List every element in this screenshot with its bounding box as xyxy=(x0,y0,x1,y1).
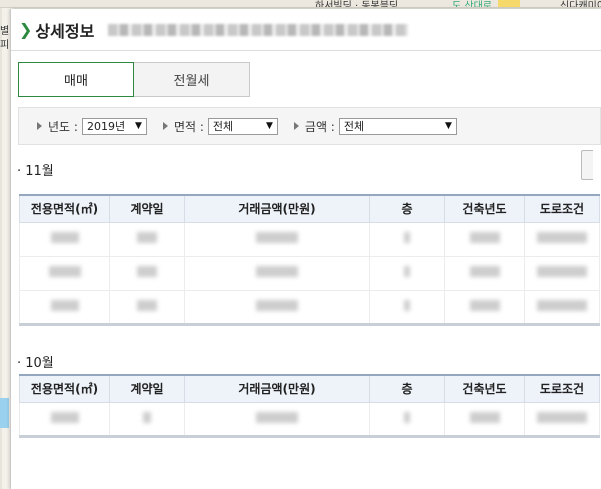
filter-year: 년도 : 2019년 ▼ xyxy=(37,117,147,135)
area-select-value: 전체 xyxy=(212,120,234,133)
cell-redacted xyxy=(444,401,525,438)
cell-redacted xyxy=(369,401,445,438)
triangle-right-icon xyxy=(37,122,42,130)
filter-bar: 년도 : 2019년 ▼ 면적 : 전체 ▼ 금액 : 전체 ▼ xyxy=(18,107,601,145)
col-area: 전용면적(㎡) xyxy=(19,374,110,403)
cell-redacted xyxy=(369,289,445,326)
filter-year-label: 년도 : xyxy=(48,119,78,134)
cell-redacted xyxy=(444,255,525,291)
cell-redacted xyxy=(19,289,110,326)
cell-redacted xyxy=(524,401,600,438)
cell-redacted xyxy=(444,221,525,257)
cell-redacted xyxy=(184,289,370,326)
cell-redacted xyxy=(524,289,600,326)
area-select[interactable]: 전체 ▼ xyxy=(207,117,278,135)
col-contract-day: 계약일 xyxy=(109,194,185,223)
col-road: 도로조건 xyxy=(524,194,600,223)
filter-amount: 금액 : 전체 ▼ xyxy=(293,117,457,135)
panel-title: 상세정보 xyxy=(35,21,95,41)
caret-down-icon: ▼ xyxy=(265,121,273,131)
col-price: 거래금액(만원) xyxy=(184,194,370,223)
cell-redacted xyxy=(19,255,110,291)
col-contract-day: 계약일 xyxy=(109,374,185,403)
year-select-value: 2019년 xyxy=(86,120,126,133)
table-row[interactable] xyxy=(19,401,600,438)
cell-redacted xyxy=(109,401,185,438)
map-label-left-2: 피 xyxy=(0,40,10,51)
month-label: 10월 xyxy=(25,356,54,371)
cell-redacted xyxy=(184,401,370,438)
caret-down-icon: ▼ xyxy=(444,121,452,131)
cell-redacted xyxy=(19,401,110,438)
cell-redacted xyxy=(524,255,600,291)
table-row[interactable] xyxy=(19,221,600,257)
amount-select[interactable]: 전체 ▼ xyxy=(338,117,457,135)
trade-type-tabs: 매매 전월세 xyxy=(18,62,250,97)
map-road-yellow xyxy=(498,0,520,7)
table-header-row: 전용면적(㎡) 계약일 거래금액(만원) 층 건축년도 도로조건 xyxy=(19,194,600,223)
map-top-strip: 하서빌딩 · 동봉블딩 도 산대로 신다캐미이 xyxy=(0,0,601,8)
triangle-right-icon xyxy=(293,122,299,130)
map-water xyxy=(0,398,9,428)
cell-redacted xyxy=(184,221,370,257)
filter-amount-label: 금액 : xyxy=(304,119,335,134)
tab-sale[interactable]: 매매 xyxy=(18,62,134,97)
chevron-right-icon[interactable]: ❯ xyxy=(19,20,32,39)
cell-redacted xyxy=(109,289,185,326)
month-title-nov: · 11월 xyxy=(17,164,54,179)
side-button[interactable] xyxy=(581,150,593,180)
cell-redacted xyxy=(444,289,525,326)
table-header-row: 전용면적(㎡) 계약일 거래금액(만원) 층 건축년도 도로조건 xyxy=(19,374,600,403)
triangle-right-icon xyxy=(162,122,168,130)
map-label-left-1: 별 xyxy=(0,26,10,37)
cell-redacted xyxy=(369,221,445,257)
map-label-place: 신다캐미이 xyxy=(560,1,601,8)
map-label-road: 도 산대로 xyxy=(452,1,492,8)
deals-table-nov: 전용면적(㎡) 계약일 거래금액(만원) 층 건축년도 도로조건 xyxy=(19,194,600,326)
filter-area: 면적 : 전체 ▼ xyxy=(162,117,278,135)
filter-area-label: 면적 : xyxy=(173,119,204,134)
caret-down-icon: ▼ xyxy=(135,121,142,131)
cell-redacted xyxy=(109,221,185,257)
address-redacted xyxy=(108,23,409,36)
col-build-year: 건축년도 xyxy=(444,194,525,223)
month-title-oct: · 10월 xyxy=(17,356,54,371)
deals-table-oct: 전용면적(㎡) 계약일 거래금액(만원) 층 건축년도 도로조건 xyxy=(19,374,600,438)
map-label-building: 하서빌딩 · 동봉블딩 xyxy=(315,1,399,8)
tab-rent[interactable]: 전월세 xyxy=(134,62,250,97)
cell-redacted xyxy=(109,255,185,291)
col-area: 전용면적(㎡) xyxy=(19,194,110,223)
amount-select-value: 전체 xyxy=(343,120,365,133)
col-price: 거래금액(만원) xyxy=(184,374,370,403)
cell-redacted xyxy=(19,221,110,257)
col-floor: 층 xyxy=(369,374,445,403)
col-floor: 층 xyxy=(369,194,445,223)
year-select[interactable]: 2019년 ▼ xyxy=(81,117,147,135)
panel-header: ❯ 상세정보 xyxy=(11,9,601,51)
cell-redacted xyxy=(524,221,600,257)
col-build-year: 건축년도 xyxy=(444,374,525,403)
table-row[interactable] xyxy=(19,289,600,326)
col-road: 도로조건 xyxy=(524,374,600,403)
month-label: 11월 xyxy=(25,164,54,179)
cell-redacted xyxy=(184,255,370,291)
cell-redacted xyxy=(369,255,445,291)
table-row[interactable] xyxy=(19,255,600,291)
